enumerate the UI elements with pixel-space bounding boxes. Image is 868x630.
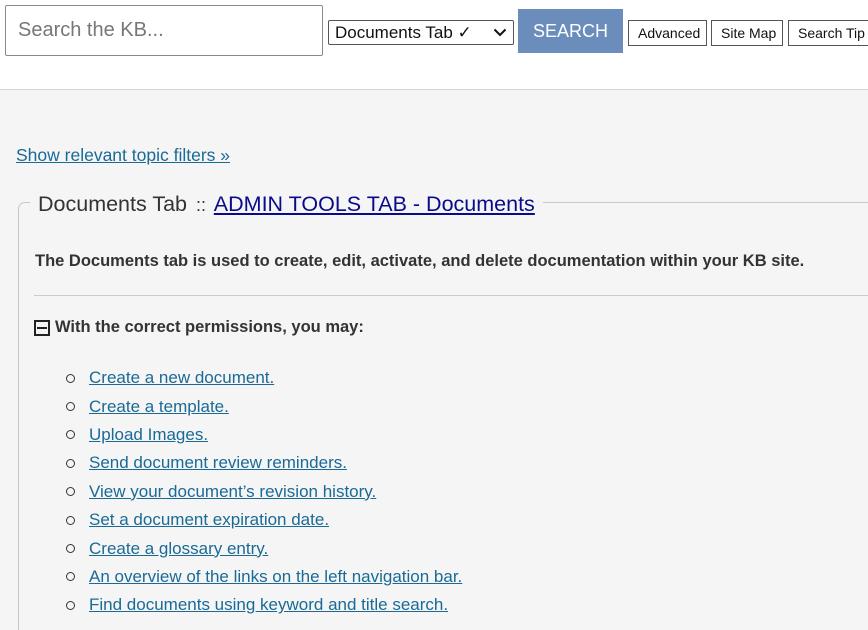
bullet-circle-icon [66,572,75,582]
list-item: Set a document expiration date. [66,506,462,534]
site-map-button[interactable]: Site Map [711,20,783,46]
search-scope-value: Documents Tab ✓ [335,22,472,42]
list-item: Create a glossary entry. [66,534,462,562]
collapse-minus-icon[interactable] [34,319,50,336]
bullet-circle-icon [66,402,75,412]
permissions-heading: With the correct permissions, you may: [34,318,364,337]
breadcrumb-admin-tools-link[interactable]: ADMIN TOOLS TAB - Documents [214,192,535,216]
bullet-circle-icon [66,544,75,554]
list-item: Create a template. [66,392,462,420]
intro-text: The Documents tab is used to create, edi… [35,252,805,270]
bullet-circle-icon [66,458,75,468]
list-item: Create a new document. [66,364,462,392]
show-topic-filters-link[interactable]: Show relevant topic filters » [16,145,230,166]
expiration-date-link[interactable]: Set a document expiration date. [89,510,329,530]
permissions-list: Create a new document. Create a template… [66,364,462,620]
page-title-text: Documents Tab [38,192,187,216]
search-tip-button[interactable]: Search Tip [788,20,868,46]
bullet-circle-icon [66,373,75,383]
breadcrumb-separator: :: [195,195,206,215]
search-button[interactable]: SEARCH [518,9,623,53]
create-document-link[interactable]: Create a new document. [89,368,274,388]
list-item: Upload Images. [66,421,462,449]
advanced-search-button[interactable]: Advanced [628,20,707,46]
page-title: Documents Tab :: ADMIN TOOLS TAB - Docum… [30,192,543,217]
search-input[interactable] [5,5,323,56]
list-item: View your document’s revision history. [66,478,462,506]
search-scope-select[interactable]: Documents Tab ✓ [328,20,514,45]
list-item: An overview of the links on the left nav… [66,563,462,591]
divider [34,295,868,296]
left-nav-overview-link[interactable]: An overview of the links on the left nav… [89,567,462,587]
bullet-circle-icon [66,515,75,525]
revision-history-link[interactable]: View your document’s revision history. [89,482,376,502]
upload-images-link[interactable]: Upload Images. [89,425,208,445]
permissions-heading-text: With the correct permissions, you may: [55,318,364,336]
bullet-circle-icon [66,487,75,497]
review-reminders-link[interactable]: Send document review reminders. [89,453,347,473]
chevron-down-icon [493,28,507,37]
list-item: Send document review reminders. [66,449,462,477]
list-item: Find documents using keyword and title s… [66,591,462,619]
find-documents-link[interactable]: Find documents using keyword and title s… [89,595,448,615]
bullet-circle-icon [66,600,75,610]
bullet-circle-icon [66,430,75,440]
glossary-entry-link[interactable]: Create a glossary entry. [89,539,268,559]
search-bar: Documents Tab ✓ SEARCH Advanced Site Map… [0,0,868,90]
create-template-link[interactable]: Create a template. [89,397,229,417]
